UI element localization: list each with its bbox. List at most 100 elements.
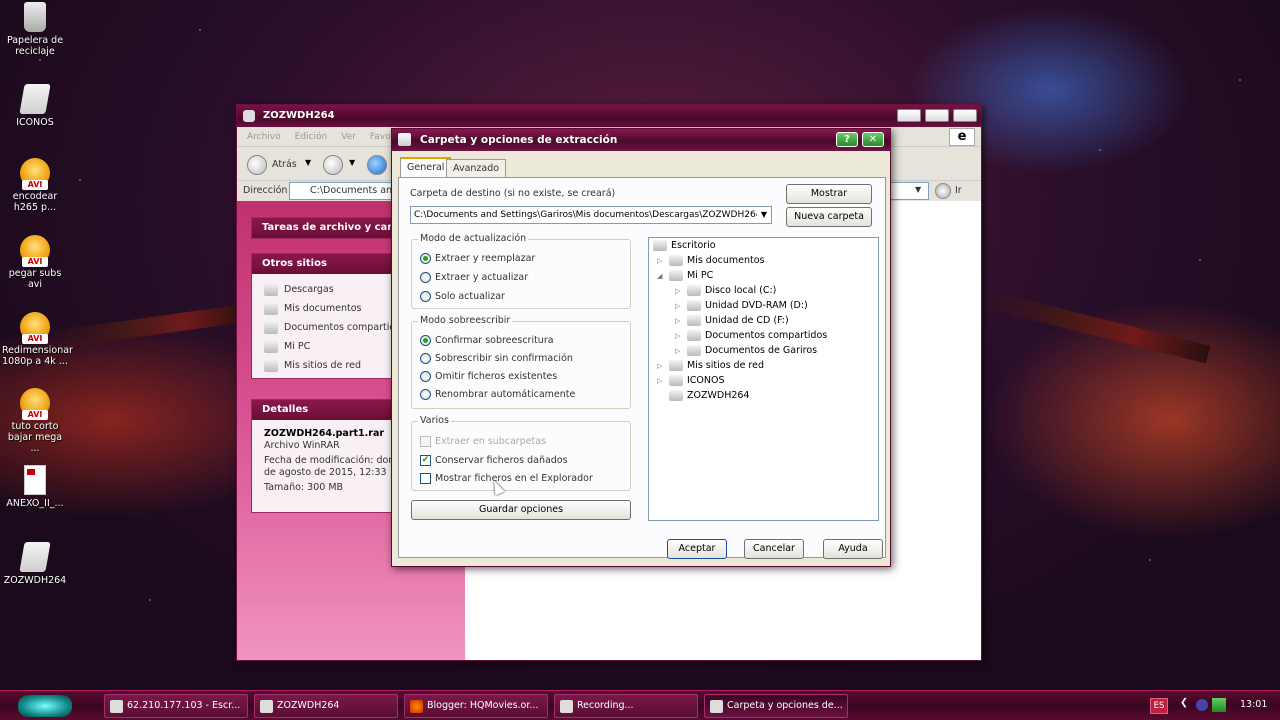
my-documents-icon bbox=[669, 255, 683, 266]
tree-item-cd[interactable]: ▷ Unidad de CD (F:) bbox=[675, 315, 789, 326]
desktop-icon-encodear[interactable]: encodear h265 p... bbox=[2, 158, 68, 213]
expand-icon[interactable]: ▷ bbox=[675, 332, 683, 340]
dvd-drive-icon bbox=[687, 300, 701, 311]
expand-icon[interactable]: ▷ bbox=[675, 287, 683, 295]
radio-skip-existing[interactable]: Omitir ficheros existentes bbox=[420, 371, 557, 382]
address-dropdown-icon[interactable]: ▼ bbox=[915, 185, 921, 194]
desktop-icon bbox=[653, 240, 667, 251]
radio-extract-replace[interactable]: Extraer y reemplazar bbox=[420, 253, 535, 264]
tree-item-mi-pc[interactable]: ◢ Mi PC bbox=[657, 270, 713, 281]
taskbar-item-explorer[interactable]: ZOZWDH264 bbox=[254, 694, 398, 718]
update-mode-title: Modo de actualización bbox=[418, 233, 529, 244]
minimize-button[interactable] bbox=[897, 109, 921, 122]
desktop-icon-iconos[interactable]: ICONOS bbox=[2, 84, 68, 128]
checkbox-icon bbox=[420, 436, 431, 447]
tree-item-mis-documentos[interactable]: ▷ Mis documentos bbox=[657, 255, 765, 266]
collapse-icon[interactable]: ◢ bbox=[657, 272, 665, 280]
tree-item-disco-local[interactable]: ▷ Disco local (C:) bbox=[675, 285, 776, 296]
cancel-button[interactable]: Cancelar bbox=[744, 539, 804, 559]
expand-icon[interactable]: ▷ bbox=[675, 347, 683, 355]
dest-folder-combo[interactable]: C:\Documents and Settings\Gariros\Mis do… bbox=[410, 206, 772, 224]
desktop-icon-tuto-corto[interactable]: tuto corto bajar mega ... bbox=[2, 388, 68, 454]
remote-desktop-icon bbox=[110, 700, 123, 713]
start-button[interactable] bbox=[18, 695, 72, 717]
tree-item-dvd-ram[interactable]: ▷ Unidad DVD-RAM (D:) bbox=[675, 300, 808, 311]
back-button-label[interactable]: Atrás bbox=[272, 159, 297, 170]
expand-icon[interactable]: ▷ bbox=[657, 257, 665, 265]
tab-avanzado[interactable]: Avanzado bbox=[446, 159, 507, 177]
up-folder-icon[interactable] bbox=[367, 155, 387, 175]
radio-extract-update[interactable]: Extraer y actualizar bbox=[420, 272, 528, 283]
clock[interactable]: 13:01 bbox=[1240, 699, 1267, 710]
dialog-titlebar[interactable]: Carpeta y opciones de extracción ? ✕ bbox=[392, 129, 890, 151]
taskbar-item-blogger[interactable]: Blogger: HQMovies.or... bbox=[404, 694, 548, 718]
radio-auto-rename[interactable]: Renombrar automáticamente bbox=[420, 389, 575, 400]
taskbar-item-extraction-dialog[interactable]: Carpeta y opciones de... bbox=[704, 694, 848, 718]
computer-icon bbox=[669, 270, 683, 281]
firefox-icon bbox=[410, 700, 423, 713]
menu-edicion[interactable]: Edición bbox=[295, 127, 328, 146]
go-arrow-icon[interactable] bbox=[935, 183, 951, 199]
ok-button[interactable]: Aceptar bbox=[667, 539, 727, 559]
forward-arrow-icon[interactable] bbox=[323, 155, 343, 175]
radio-only-update[interactable]: Solo actualizar bbox=[420, 291, 505, 302]
expand-icon[interactable]: ▷ bbox=[675, 302, 683, 310]
tree-item-documentos-compartidos[interactable]: ▷ Documentos compartidos bbox=[675, 330, 827, 341]
help-button[interactable]: Ayuda bbox=[823, 539, 883, 559]
desktop-icon-pegar-subs[interactable]: pegar subs avi bbox=[2, 235, 68, 290]
menu-ver[interactable]: Ver bbox=[341, 127, 356, 146]
taskbar-item-remote[interactable]: 62.210.177.103 - Escr... bbox=[104, 694, 248, 718]
radio-confirm-overwrite[interactable]: Confirmar sobreescritura bbox=[420, 335, 554, 346]
language-indicator[interactable]: ES bbox=[1150, 698, 1168, 714]
radio-icon bbox=[420, 291, 431, 302]
folder-icon bbox=[19, 84, 51, 114]
chevron-down-icon[interactable]: ▼ bbox=[757, 207, 771, 223]
windows-logo-icon: e bbox=[949, 128, 975, 146]
desktop-icon-zozwdh264[interactable]: ZOZWDH264 bbox=[2, 542, 68, 586]
back-arrow-icon[interactable] bbox=[247, 155, 267, 175]
tray-arrow-icon[interactable]: ❮ bbox=[1180, 697, 1188, 708]
new-folder-button[interactable]: Nueva carpeta bbox=[786, 207, 872, 227]
save-options-button[interactable]: Guardar opciones bbox=[411, 500, 631, 520]
maximize-button[interactable] bbox=[925, 109, 949, 122]
radio-selected-icon bbox=[420, 253, 431, 264]
tree-item-iconos[interactable]: ▷ ICONOS bbox=[657, 375, 725, 386]
tab-general[interactable]: General bbox=[400, 157, 452, 178]
radio-overwrite-no-confirm[interactable]: Sobrescribir sin confirmación bbox=[420, 353, 573, 364]
checkbox-extract-subfolders[interactable]: Extraer en subcarpetas bbox=[420, 436, 546, 447]
go-button-label[interactable]: Ir bbox=[955, 185, 962, 196]
back-dropdown-icon[interactable]: ▼ bbox=[305, 158, 311, 167]
tree-item-escritorio[interactable]: Escritorio bbox=[653, 240, 716, 251]
radio-icon bbox=[420, 272, 431, 283]
winrar-icon bbox=[710, 700, 723, 713]
help-icon[interactable]: ? bbox=[836, 132, 858, 147]
menu-favoritos[interactable]: Favo bbox=[370, 127, 391, 146]
folder-tree[interactable]: Escritorio ▷ Mis documentos ◢ Mi PC ▷ Disco… bbox=[648, 237, 879, 521]
explorer-title: ZOZWDH264 bbox=[263, 110, 335, 121]
expand-icon[interactable]: ▷ bbox=[657, 377, 665, 385]
explorer-titlebar[interactable]: ZOZWDH264 bbox=[237, 105, 981, 127]
taskbar-item-recording[interactable]: Recording... bbox=[554, 694, 698, 718]
desktop-icon-recycle-bin[interactable]: Papelera de reciclaje bbox=[2, 2, 68, 57]
checkbox-show-in-explorer[interactable]: Mostrar ficheros en el Explorador bbox=[420, 473, 593, 484]
tree-item-documentos-gariros[interactable]: ▷ Documentos de Gariros bbox=[675, 345, 817, 356]
radio-icon bbox=[420, 389, 431, 400]
avi-file-icon bbox=[20, 312, 50, 344]
tree-item-mis-sitios-de-red[interactable]: ▷ Mis sitios de red bbox=[657, 360, 764, 371]
close-button[interactable] bbox=[953, 109, 977, 122]
desktop-icon-redimensionar[interactable]: Redimensionar 1080p a 4k ... bbox=[2, 312, 73, 367]
close-icon[interactable]: ✕ bbox=[862, 132, 884, 147]
checkbox-keep-broken[interactable]: ✔ Conservar ficheros dañados bbox=[420, 455, 568, 466]
tray-app-icon[interactable] bbox=[1196, 699, 1208, 711]
misc-group: Varios Extraer en subcarpetas ✔ Conservar… bbox=[411, 415, 631, 491]
desktop-icon-anexo[interactable]: ANEXO_II_... bbox=[2, 465, 68, 509]
tree-item-zozwdh264[interactable]: ZOZWDH264 bbox=[669, 390, 749, 401]
menu-archivo[interactable]: Archivo bbox=[247, 127, 281, 146]
network-tray-icon[interactable] bbox=[1212, 698, 1226, 712]
expand-icon[interactable]: ▷ bbox=[657, 362, 665, 370]
show-button[interactable]: Mostrar bbox=[786, 184, 872, 204]
radio-selected-icon bbox=[420, 335, 431, 346]
expand-icon[interactable]: ▷ bbox=[675, 317, 683, 325]
forward-dropdown-icon[interactable]: ▼ bbox=[349, 158, 355, 167]
system-tray: ES ❮ 13:01 bbox=[1150, 691, 1280, 720]
